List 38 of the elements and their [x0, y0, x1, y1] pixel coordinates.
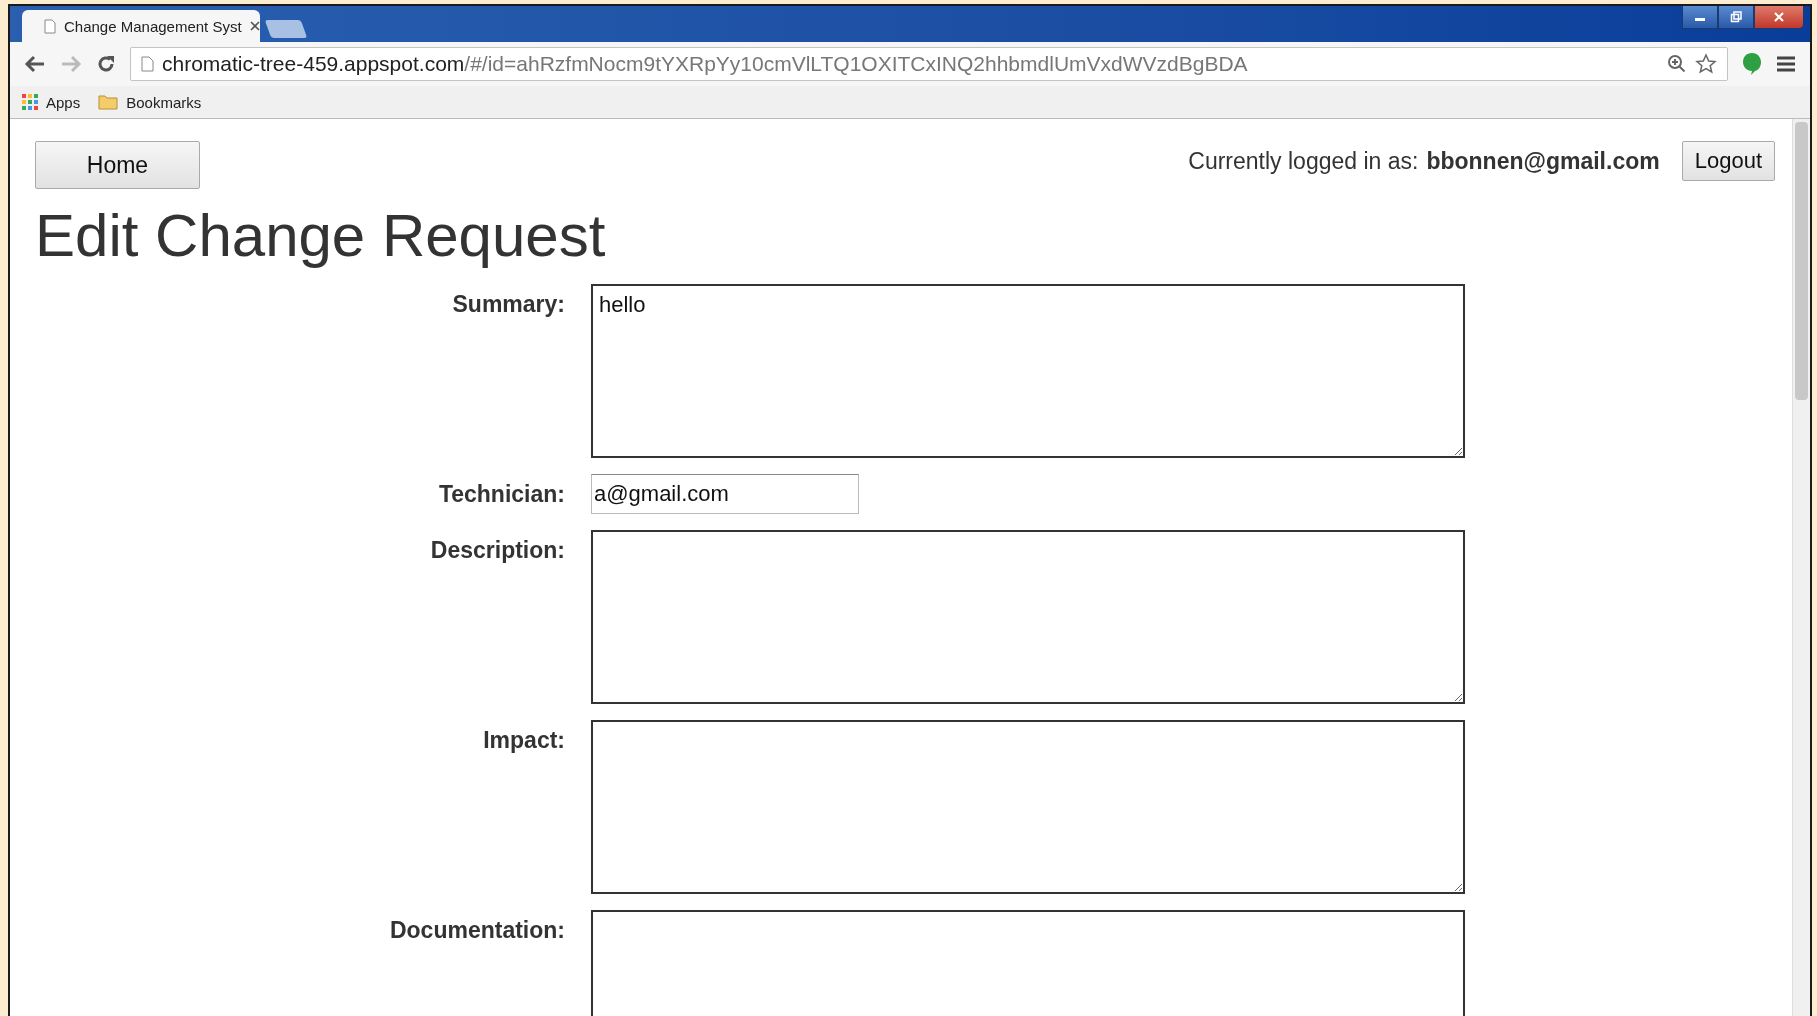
- tab-title: Change Management Syst: [64, 17, 242, 35]
- address-bar[interactable]: chromatic-tree-459.appspot.com/#/id=ahRzfmNocm9tYXRpYy10cmVlLTQ1OXITCxINQ2hhbmdlUmVxdWVzdBgBDA: [130, 47, 1728, 81]
- field-label: Summary:: [451, 290, 565, 319]
- minimize-button[interactable]: [1682, 6, 1718, 29]
- input-field[interactable]: a@gmail.com: [591, 474, 859, 514]
- restore-icon: [1730, 11, 1742, 23]
- bookmark-item[interactable]: Bookmarks: [98, 93, 202, 111]
- field-label: Impact:: [482, 726, 565, 755]
- restore-button[interactable]: [1718, 6, 1754, 29]
- menu-icon[interactable]: [1776, 55, 1796, 73]
- home-button[interactable]: Home: [35, 141, 200, 189]
- scrollbar-thumb[interactable]: [1795, 122, 1808, 400]
- text-area[interactable]: hello: [591, 284, 1465, 458]
- browser-tab[interactable]: Change Management Syst: [22, 10, 260, 42]
- field-label: Documentation:: [388, 916, 565, 945]
- page-icon: [141, 56, 154, 72]
- zoom-icon[interactable]: [1667, 54, 1687, 74]
- scrollbar[interactable]: [1792, 119, 1810, 1016]
- field-label: Technician:: [437, 480, 565, 509]
- apps-grid-icon: [22, 94, 38, 110]
- folder-icon: [98, 94, 119, 110]
- logout-button[interactable]: Logout: [1681, 141, 1775, 181]
- logged-in-user: bbonnen@gmail.com: [1426, 147, 1660, 175]
- star-icon[interactable]: [1695, 53, 1717, 75]
- reload-icon[interactable]: [96, 54, 116, 74]
- field-label: Description:: [429, 536, 565, 565]
- login-label: Currently logged in as:: [1188, 147, 1419, 175]
- page-icon: [44, 18, 56, 34]
- text-area[interactable]: [591, 530, 1465, 704]
- text-area[interactable]: [591, 720, 1465, 894]
- back-icon[interactable]: [24, 55, 46, 73]
- close-icon: [1773, 11, 1785, 23]
- close-icon[interactable]: [249, 21, 260, 31]
- page-heading: Edit Change Request: [35, 201, 607, 270]
- bookmark-item[interactable]: Apps: [22, 93, 81, 111]
- new-tab-button[interactable]: [264, 20, 308, 38]
- close-button[interactable]: [1754, 6, 1804, 29]
- url-text: chromatic-tree-459.appspot.com/#/id=ahRzfmNocm9tYXRpYy10cmVlLTQ1OXITCxINQ2hhbmdlUmVxdWVzdBgBDA: [162, 52, 1249, 76]
